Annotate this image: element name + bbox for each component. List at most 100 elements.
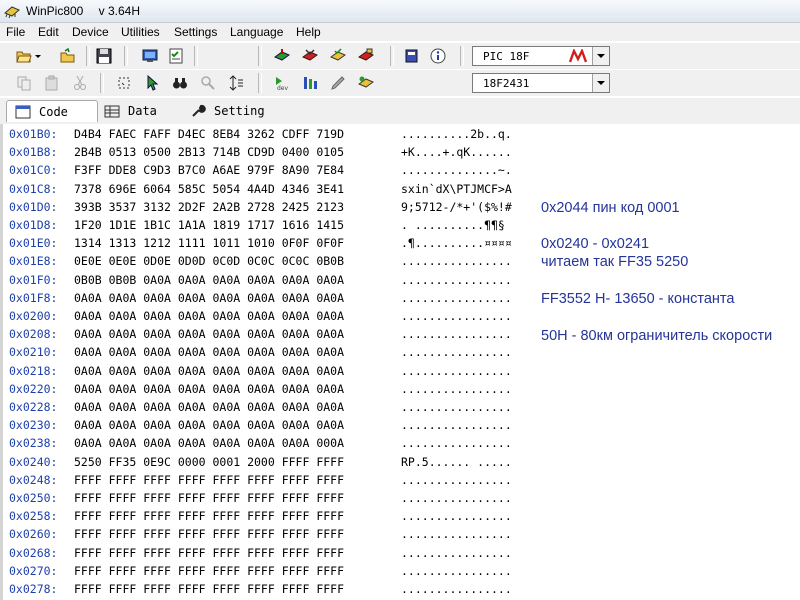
row-hex-data[interactable]: 0A0A 0A0A 0A0A 0A0A 0A0A 0A0A 0A0A 0A0A xyxy=(74,309,344,323)
row-hex-data[interactable]: 0A0A 0A0A 0A0A 0A0A 0A0A 0A0A 0A0A 0A0A xyxy=(74,400,344,414)
tab-setting[interactable]: Setting xyxy=(190,100,265,122)
menu-help[interactable]: Help xyxy=(296,25,321,39)
menu-device[interactable]: Device xyxy=(72,25,109,39)
svg-text:dev: dev xyxy=(277,85,289,91)
chip-verify-icon xyxy=(330,48,346,61)
paste-icon xyxy=(45,75,58,91)
find-button[interactable] xyxy=(170,73,190,93)
row-hex-data[interactable]: 0B0B 0B0B 0A0A 0A0A 0A0A 0A0A 0A0A 0A0A xyxy=(74,273,344,287)
binoculars-icon xyxy=(173,78,187,89)
row-hex-data[interactable]: 0A0A 0A0A 0A0A 0A0A 0A0A 0A0A 0A0A 0A0A xyxy=(74,418,344,432)
copy-button[interactable] xyxy=(14,73,34,93)
row-hex-data[interactable]: 0E0E 0E0E 0D0E 0D0D 0C0D 0C0C 0C0C 0B0B xyxy=(74,254,344,268)
folder-open-icon xyxy=(16,51,32,63)
row-hex-data[interactable]: FFFF FFFF FFFF FFFF FFFF FFFF FFFF FFFF xyxy=(74,491,344,505)
row-address: 0x0260: xyxy=(9,527,58,542)
row-ascii: ................ xyxy=(401,254,512,269)
chevron-down-icon xyxy=(597,81,605,85)
row-hex-data[interactable]: 0A0A 0A0A 0A0A 0A0A 0A0A 0A0A 0A0A 0A0A xyxy=(74,364,344,378)
menu-file[interactable]: File xyxy=(6,25,25,39)
row-hex-data[interactable]: 0A0A 0A0A 0A0A 0A0A 0A0A 0A0A 0A0A 0A0A xyxy=(74,291,344,305)
verify-all-button[interactable] xyxy=(328,46,348,66)
open-file-button[interactable] xyxy=(14,46,34,66)
row-hex-data[interactable]: 393B 3537 3132 2D2F 2A2B 2728 2425 2123 xyxy=(74,200,344,214)
device-model-select[interactable]: 18F2431 xyxy=(472,73,610,93)
device-family-select[interactable]: PIC 18F xyxy=(472,46,610,66)
annotation-read-order: читаем так FF35 5250 xyxy=(541,254,689,270)
row-hex-data[interactable]: FFFF FFFF FFFF FFFF FFFF FFFF FFFF FFFF xyxy=(74,509,344,523)
row-hex-data[interactable]: 2B4B 0513 0500 2B13 714B CD9D 0400 0105 xyxy=(74,145,344,159)
annotation-pin-code: 0x2044 пин код 0001 xyxy=(541,200,680,216)
row-ascii: sxin`dX\PTJMCF>A xyxy=(401,181,512,196)
menu-language[interactable]: Language xyxy=(230,25,283,39)
menu-settings[interactable]: Settings xyxy=(174,25,217,39)
open-recent-dropdown[interactable] xyxy=(34,46,42,66)
erase-all-button[interactable] xyxy=(356,46,376,66)
row-ascii: ................ xyxy=(401,582,512,596)
row-hex-data[interactable]: 7378 696E 6064 585C 5054 4A4D 4346 3E41 xyxy=(74,182,344,196)
row-hex-data[interactable]: 5250 FF35 0E9C 0000 0001 2000 FFFF FFFF xyxy=(74,455,344,469)
row-address: 0x0228: xyxy=(9,400,58,414)
row-ascii: ................ xyxy=(401,309,512,323)
toolbar-separator xyxy=(86,46,90,66)
row-hex-data[interactable]: FFFF FFFF FFFF FFFF FFFF FFFF FFFF FFFF xyxy=(74,564,344,578)
menu-utilities[interactable]: Utilities xyxy=(121,25,160,39)
help-book-button[interactable] xyxy=(402,46,422,66)
memory-view-button[interactable] xyxy=(300,73,320,93)
row-hex-data[interactable]: 0A0A 0A0A 0A0A 0A0A 0A0A 0A0A 0A0A 0A0A xyxy=(74,327,344,341)
edit-toolbar: dev 18F2431 xyxy=(0,70,800,96)
program-all-button[interactable] xyxy=(300,46,320,66)
pen-tool-button[interactable] xyxy=(328,73,348,93)
row-ascii: ................ xyxy=(401,418,512,433)
code-hex-editor[interactable]: 0x01B0: D4B4 FAEC FAFF D4EC 8EB4 3262 CDF… xyxy=(0,124,800,600)
row-hex-data[interactable]: F3FF DDE8 C9D3 B7C0 A6AE 979F 8A90 7E84 xyxy=(74,163,344,177)
chip-read-icon xyxy=(274,49,290,61)
device-family-dropdown[interactable] xyxy=(592,47,609,65)
row-hex-data[interactable]: FFFF FFFF FFFF FFFF FFFF FFFF FFFF FFFF xyxy=(74,473,344,487)
memory-bars-icon xyxy=(304,77,317,89)
row-address: 0x0268: xyxy=(9,545,58,560)
row-address: 0x0208: xyxy=(9,327,58,342)
data-table-icon xyxy=(104,105,120,118)
read-all-button[interactable] xyxy=(272,46,292,66)
calibrate-button[interactable] xyxy=(356,73,376,93)
goto-address-button[interactable] xyxy=(226,73,246,93)
row-hex-data[interactable]: FFFF FFFF FFFF FFFF FFFF FFFF FFFF FFFF xyxy=(74,527,344,541)
find-replace-button[interactable] xyxy=(198,73,218,93)
row-ascii: +K....+.qK...... xyxy=(401,145,512,160)
row-hex-data[interactable]: 0A0A 0A0A 0A0A 0A0A 0A0A 0A0A 0A0A 000A xyxy=(74,436,344,450)
row-address: 0x0278: xyxy=(9,582,58,596)
row-address: 0x01D0: xyxy=(9,199,58,214)
hardware-settings-button[interactable] xyxy=(140,46,160,66)
tab-code[interactable]: Code xyxy=(6,100,98,122)
cut-button[interactable] xyxy=(70,73,90,93)
row-hex-data[interactable]: FFFF FFFF FFFF FFFF FFFF FFFF FFFF FFFF xyxy=(74,582,344,596)
detect-device-icon: dev xyxy=(276,77,289,91)
reload-file-button[interactable] xyxy=(58,46,78,66)
about-button[interactable] xyxy=(428,46,448,66)
select-range-button[interactable] xyxy=(114,73,134,93)
menu-edit[interactable]: Edit xyxy=(38,25,59,39)
tab-data[interactable]: Data xyxy=(104,100,157,122)
row-address: 0x01C0: xyxy=(9,163,58,178)
book-icon xyxy=(405,49,418,63)
row-address: 0x0200: xyxy=(9,309,58,323)
row-hex-data[interactable]: FFFF FFFF FFFF FFFF FFFF FFFF FFFF FFFF xyxy=(74,546,344,560)
pointer-button[interactable] xyxy=(142,73,162,93)
row-address: 0x0240: xyxy=(9,454,58,469)
save-button[interactable] xyxy=(94,46,114,66)
row-address: 0x0258: xyxy=(9,509,58,524)
row-ascii: 9;5712-/*+'($%!# xyxy=(401,199,512,214)
paste-button[interactable] xyxy=(42,73,62,93)
row-hex-data[interactable]: 0A0A 0A0A 0A0A 0A0A 0A0A 0A0A 0A0A 0A0A xyxy=(74,345,344,359)
window-version: v 3.64H xyxy=(92,4,141,18)
software-settings-button[interactable] xyxy=(166,46,186,66)
row-hex-data[interactable]: 1314 1313 1212 1111 1011 1010 0F0F 0F0F xyxy=(74,236,344,250)
selection-icon xyxy=(118,77,130,89)
row-hex-data[interactable]: D4B4 FAEC FAFF D4EC 8EB4 3262 CDFF 719D xyxy=(74,127,344,141)
row-hex-data[interactable]: 0A0A 0A0A 0A0A 0A0A 0A0A 0A0A 0A0A 0A0A xyxy=(74,382,344,396)
row-address: 0x0250: xyxy=(9,491,58,505)
row-hex-data[interactable]: 1F20 1D1E 1B1C 1A1A 1819 1717 1616 1415 xyxy=(74,218,344,232)
detect-device-button[interactable]: dev xyxy=(272,73,292,93)
device-model-dropdown[interactable] xyxy=(592,74,609,92)
